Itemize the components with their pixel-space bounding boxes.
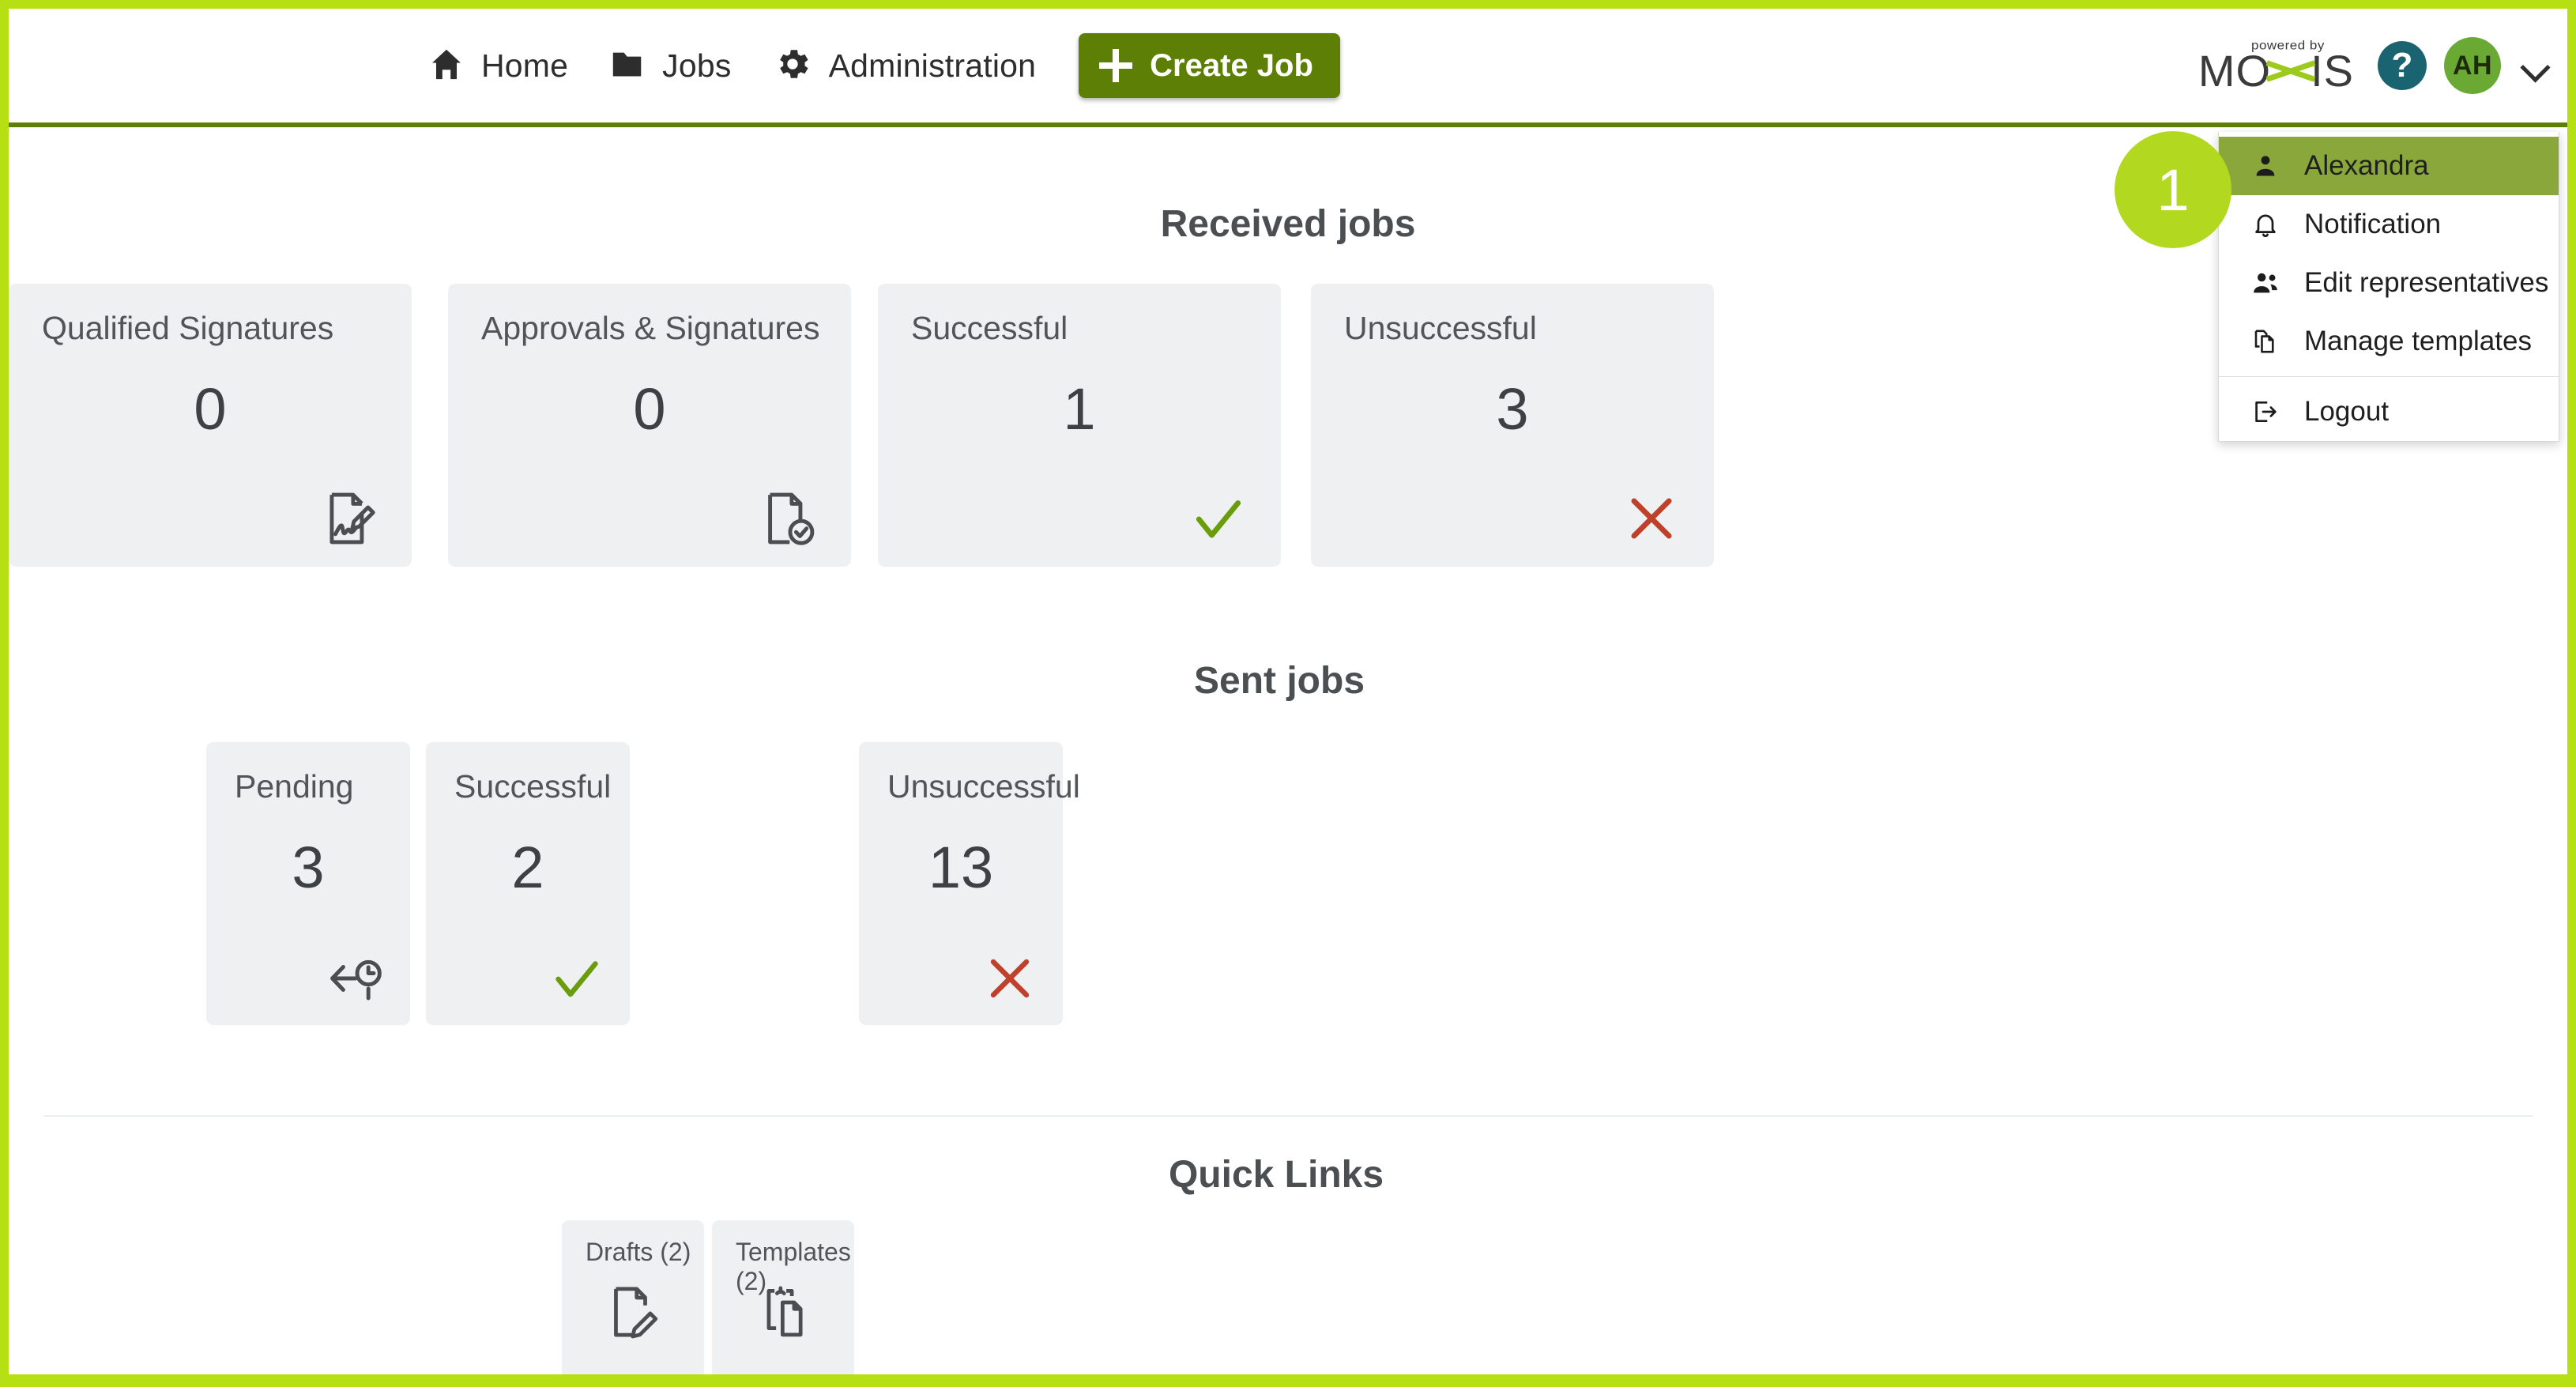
- card-qualified-signatures-label: Qualified Signatures: [42, 311, 388, 345]
- menu-divider: [2219, 376, 2559, 377]
- user-dropdown-menu: Alexandra Notification Edit represen: [2218, 132, 2559, 442]
- application-frame: Home Jobs Administration: [0, 0, 2576, 1387]
- home-icon: [428, 46, 465, 86]
- help-icon[interactable]: ?: [2378, 41, 2427, 90]
- card-sent-unsuccessful-value: 13: [859, 834, 1063, 901]
- document-pencil-icon: [562, 1282, 704, 1342]
- nav-item-administration-label: Administration: [829, 47, 1037, 85]
- card-approvals-signatures-value: 0: [448, 375, 851, 443]
- avatar[interactable]: AH: [2444, 37, 2501, 94]
- menu-item-alexandra[interactable]: Alexandra: [2219, 137, 2559, 195]
- primary-navigation: Home Jobs Administration: [408, 9, 1340, 122]
- dashboard-content: Received jobs Qualified Signatures 0 App…: [9, 127, 2567, 1374]
- nav-item-administration[interactable]: Administration: [752, 9, 1057, 122]
- cross-icon: [976, 944, 1039, 1008]
- card-sent-pending-label: Pending: [235, 769, 386, 804]
- create-job-button[interactable]: Create Job: [1079, 33, 1340, 98]
- card-received-successful[interactable]: Successful 1: [878, 284, 1281, 567]
- menu-item-logout-label: Logout: [2304, 396, 2389, 428]
- help-glyph: ?: [2392, 48, 2413, 83]
- plus-icon: [1099, 49, 1132, 82]
- people-icon: [2249, 268, 2282, 298]
- menu-item-logout[interactable]: Logout: [2219, 383, 2559, 441]
- menu-item-manage-templates[interactable]: Manage templates: [2219, 312, 2559, 371]
- menu-item-notification[interactable]: Notification: [2219, 195, 2559, 254]
- moxis-logo: powered by MOIS: [2198, 38, 2354, 93]
- card-received-unsuccessful-value: 3: [1311, 375, 1714, 443]
- nav-item-jobs-label: Jobs: [662, 47, 731, 85]
- copy-documents-icon: [2249, 327, 2282, 356]
- menu-item-alexandra-label: Alexandra: [2304, 150, 2429, 182]
- card-received-unsuccessful-label: Unsuccessful: [1344, 311, 1690, 345]
- brand-x-glyph: [2268, 54, 2314, 89]
- top-right-cluster: powered by MOIS ? AH: [2198, 9, 2556, 122]
- nav-item-jobs[interactable]: Jobs: [589, 9, 751, 122]
- avatar-initials: AH: [2453, 51, 2492, 81]
- card-qualified-signatures[interactable]: Qualified Signatures 0: [9, 284, 412, 567]
- check-icon: [1186, 486, 1249, 549]
- nav-item-home-label: Home: [481, 47, 568, 85]
- nav-item-home[interactable]: Home: [408, 9, 589, 122]
- brand-wordmark: MOIS: [2198, 49, 2354, 93]
- card-approvals-signatures[interactable]: Approvals & Signatures 0: [448, 284, 851, 567]
- menu-item-edit-representatives-label: Edit representatives: [2304, 267, 2548, 299]
- sent-jobs-title: Sent jobs: [9, 659, 2550, 703]
- menu-item-manage-templates-label: Manage templates: [2304, 326, 2532, 357]
- brand-powered-by-label: powered by: [2251, 39, 2325, 53]
- card-qualified-signatures-value: 0: [9, 375, 412, 443]
- card-received-successful-value: 1: [878, 375, 1281, 443]
- card-sent-successful[interactable]: Successful 2: [426, 742, 630, 1025]
- menu-item-edit-representatives[interactable]: Edit representatives: [2219, 254, 2559, 312]
- create-job-label: Create Job: [1150, 48, 1313, 84]
- card-sent-unsuccessful-label: Unsuccessful: [887, 769, 1039, 804]
- document-signature-icon: [317, 486, 380, 549]
- card-drafts-label: Drafts (2): [586, 1238, 691, 1267]
- gear-icon: [773, 44, 812, 88]
- check-icon: [543, 944, 606, 1008]
- section-divider: [43, 1115, 2533, 1117]
- person-icon: [2249, 152, 2282, 180]
- card-sent-successful-label: Successful: [454, 769, 606, 804]
- card-sent-pending[interactable]: Pending 3: [206, 742, 410, 1025]
- card-approvals-signatures-label: Approvals & Signatures: [481, 311, 827, 345]
- quick-links-title: Quick Links: [9, 1153, 2544, 1197]
- card-drafts[interactable]: Drafts (2): [562, 1220, 704, 1374]
- card-sent-unsuccessful[interactable]: Unsuccessful 13: [859, 742, 1063, 1025]
- document-check-icon: [756, 486, 819, 549]
- card-received-successful-label: Successful: [911, 311, 1257, 345]
- top-navigation-bar: Home Jobs Administration: [9, 9, 2567, 127]
- logout-icon: [2249, 398, 2282, 426]
- folder-icon: [609, 46, 646, 86]
- cross-icon: [1619, 486, 1682, 549]
- card-sent-successful-value: 2: [426, 834, 630, 901]
- card-received-unsuccessful[interactable]: Unsuccessful 3: [1311, 284, 1714, 567]
- card-templates[interactable]: Templates (2): [712, 1220, 854, 1374]
- menu-item-notification-label: Notification: [2304, 209, 2441, 240]
- bell-icon: [2249, 210, 2282, 239]
- arrow-clock-icon: [323, 944, 386, 1008]
- templates-icon: [712, 1282, 854, 1342]
- card-sent-pending-value: 3: [206, 834, 410, 901]
- step-badge-number: 1: [2156, 156, 2189, 224]
- step-badge: 1: [2115, 131, 2231, 248]
- chevron-down-icon[interactable]: [2521, 52, 2548, 79]
